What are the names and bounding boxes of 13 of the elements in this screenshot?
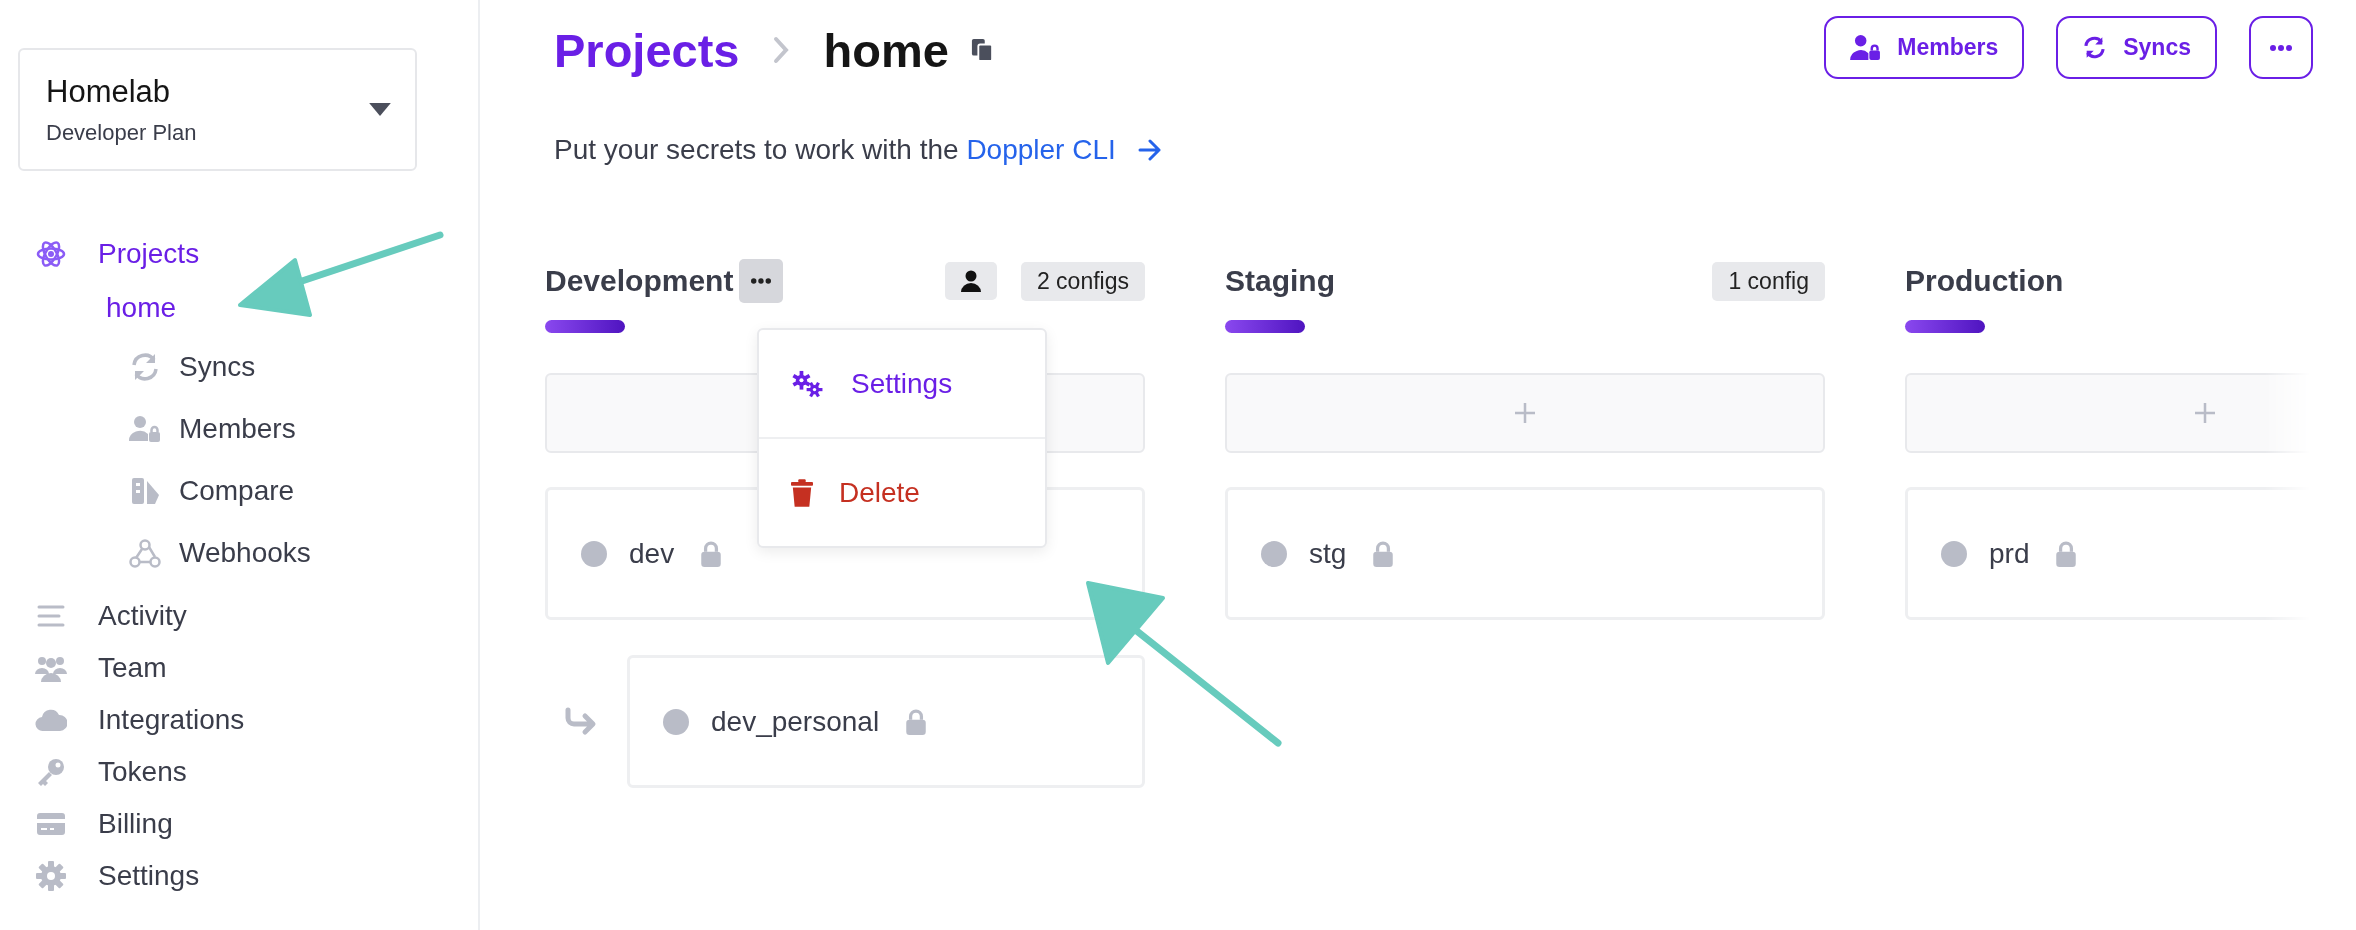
environment-name: Production bbox=[1905, 264, 2064, 298]
config-name: dev bbox=[629, 537, 675, 570]
cli-hint: Put your secrets to work with the Doppler CLI bbox=[554, 134, 2313, 166]
project-title: home bbox=[823, 22, 949, 78]
config-name: dev_personal bbox=[711, 705, 880, 738]
config-name: prd bbox=[1989, 537, 2030, 570]
config-count-badge: 2 configs bbox=[1020, 261, 1145, 301]
workplace-name: Homelab bbox=[46, 73, 172, 110]
environment-name: Staging bbox=[1225, 264, 1335, 298]
config-count-badge: 1 config bbox=[1712, 261, 1825, 301]
environment-name: Development bbox=[545, 264, 734, 298]
config-name: stg bbox=[1309, 537, 1347, 570]
plan-name: Developer Plan bbox=[46, 119, 197, 146]
